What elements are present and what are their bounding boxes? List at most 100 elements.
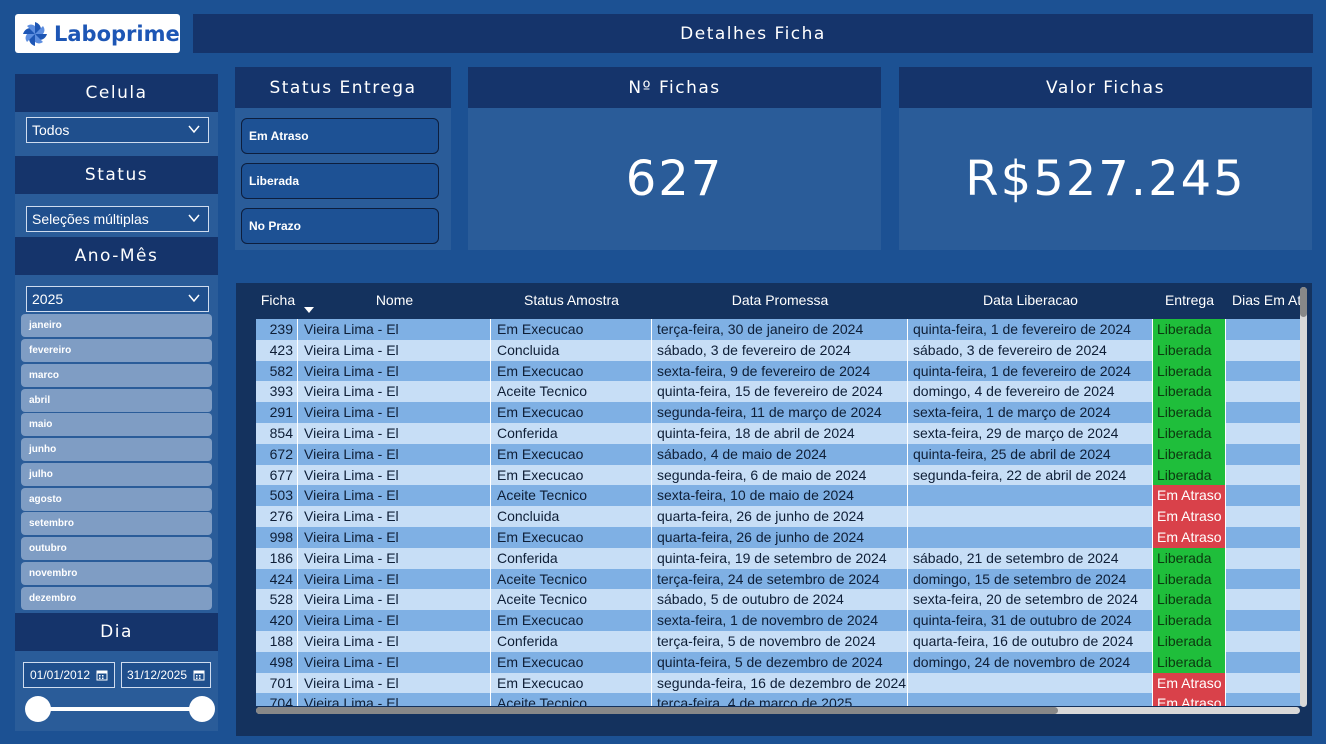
table-row[interactable]: 503 Vieira Lima - El Aceite Tecnico sexta-f… [256, 485, 1306, 507]
cell-dias-em-atraso [1226, 360, 1306, 382]
table-row[interactable]: 701 Vieira Lima - El Em Execucao segunda-fe… [256, 672, 1306, 694]
cell-dias-em-atraso [1226, 630, 1306, 652]
table-row[interactable]: 854 Vieira Lima - El Conferida quinta-feira… [256, 422, 1306, 444]
table-row[interactable]: 276 Vieira Lima - El Concluida quarta-feira… [256, 506, 1306, 527]
cell-data-promessa: quarta-feira, 26 de junho de 2024 [652, 506, 908, 527]
month-item-fevereiro[interactable]: fevereiro [21, 339, 212, 362]
status-option-liberada[interactable]: Liberada [241, 163, 439, 199]
cell-status-amostra: Em Execucao [491, 402, 652, 423]
cell-entrega: Em Atraso [1153, 693, 1226, 706]
vertical-scrollbar[interactable] [1300, 287, 1307, 707]
cell-data-promessa: sábado, 3 de fevereiro de 2024 [652, 339, 908, 361]
month-item-agosto[interactable]: agosto [21, 488, 212, 511]
month-item-janeiro[interactable]: janeiro [21, 314, 212, 337]
table-row[interactable]: 582 Vieira Lima - El Em Execucao sexta-feir… [256, 360, 1306, 382]
table-body: 239 Vieira Lima - El Em Execucao terça-feir… [256, 319, 1306, 706]
cell-ficha: 677 [256, 464, 298, 486]
col-header-nome[interactable]: Nome [298, 292, 491, 308]
cell-nome: Vieira Lima - El [298, 630, 491, 652]
celula-dropdown[interactable]: Todos [26, 117, 209, 143]
month-item-abril[interactable]: abril [21, 389, 212, 412]
table-row[interactable]: 239 Vieira Lima - El Em Execucao terça-feir… [256, 319, 1306, 340]
cell-dias-em-atraso [1226, 402, 1306, 423]
cell-data-liberacao: sábado, 3 de fevereiro de 2024 [908, 339, 1153, 361]
month-item-dezembro[interactable]: dezembro [21, 587, 212, 610]
ano-mes-dropdown[interactable]: 2025 [26, 286, 209, 312]
date-slider-start-handle[interactable] [25, 696, 51, 722]
cell-data-liberacao [908, 485, 1153, 507]
cell-entrega: Liberada [1153, 402, 1226, 423]
col-header-entrega[interactable]: Entrega [1153, 292, 1226, 308]
cell-entrega: Liberada [1153, 610, 1226, 631]
cell-status-amostra: Em Execucao [491, 651, 652, 673]
cell-entrega: Liberada [1153, 547, 1226, 569]
table-row[interactable]: 186 Vieira Lima - El Conferida quinta-feira… [256, 547, 1306, 569]
status-entrega-title: Status Entrega [235, 67, 451, 108]
end-date-input[interactable]: 31/12/2025 [121, 662, 211, 688]
col-header-status[interactable]: Status Amostra [491, 292, 652, 308]
calendar-icon [193, 670, 205, 681]
status-option-em-atraso[interactable]: Em Atraso [241, 118, 439, 154]
ano-mes-value: 2025 [32, 291, 64, 307]
fichas-title: Nº Fichas [468, 67, 881, 108]
vertical-scroll-thumb[interactable] [1300, 287, 1307, 317]
cell-dias-em-atraso [1226, 464, 1306, 486]
col-header-promessa[interactable]: Data Promessa [652, 292, 908, 308]
table-row[interactable]: 677 Vieira Lima - El Em Execucao segunda-fe… [256, 464, 1306, 486]
cell-status-amostra: Aceite Tecnico [491, 485, 652, 507]
month-item-marco[interactable]: marco [21, 364, 212, 387]
date-slider-end-handle[interactable] [189, 696, 215, 722]
horizontal-scroll-thumb[interactable] [256, 707, 1058, 714]
month-item-novembro[interactable]: novembro [21, 562, 212, 585]
cell-data-liberacao: quinta-feira, 1 de fevereiro de 2024 [908, 319, 1153, 340]
start-date-input[interactable]: 01/01/2012 [23, 662, 115, 688]
cell-data-promessa: segunda-feira, 11 de março de 2024 [652, 402, 908, 423]
cell-dias-em-atraso [1226, 506, 1306, 527]
table-row[interactable]: 424 Vieira Lima - El Aceite Tecnico terça-f… [256, 568, 1306, 590]
valor-title: Valor Fichas [899, 67, 1312, 108]
table-row[interactable]: 420 Vieira Lima - El Em Execucao sexta-feir… [256, 610, 1306, 631]
cell-entrega: Em Atraso [1153, 526, 1226, 548]
status-option-no-prazo[interactable]: No Prazo [241, 208, 439, 244]
cell-entrega: Liberada [1153, 422, 1226, 444]
cell-nome: Vieira Lima - El [298, 568, 491, 590]
cell-entrega: Em Atraso [1153, 506, 1226, 527]
cell-data-liberacao: quinta-feira, 1 de fevereiro de 2024 [908, 360, 1153, 382]
table-row[interactable]: 528 Vieira Lima - El Aceite Tecnico sábado,… [256, 589, 1306, 611]
col-header-ficha[interactable]: Ficha [258, 292, 298, 308]
cell-data-promessa: sexta-feira, 10 de maio de 2024 [652, 485, 908, 507]
celula-value: Todos [32, 122, 70, 138]
cell-status-amostra: Concluida [491, 339, 652, 361]
table-row[interactable]: 672 Vieira Lima - El Em Execucao sábado, 4 … [256, 443, 1306, 465]
logo-text: Laboprime [54, 21, 180, 46]
cell-entrega: Liberada [1153, 360, 1226, 382]
status-dropdown[interactable]: Seleções múltiplas [26, 206, 209, 232]
fichas-table: Ficha Nome Status Amostra Data Promessa … [236, 283, 1312, 736]
table-row[interactable]: 393 Vieira Lima - El Aceite Tecnico quinta-… [256, 381, 1306, 403]
month-item-junho[interactable]: junho [21, 438, 212, 461]
cell-ficha: 276 [256, 506, 298, 527]
month-item-setembro[interactable]: setembro [21, 512, 212, 535]
col-header-liberacao[interactable]: Data Liberacao [908, 292, 1153, 308]
cell-dias-em-atraso [1226, 651, 1306, 673]
table-row[interactable]: 704 Vieira Lima - El Aceite Tecnico terça-f… [256, 693, 1306, 706]
cell-nome: Vieira Lima - El [298, 526, 491, 548]
date-slider-track[interactable] [38, 707, 202, 711]
cell-ficha: 582 [256, 360, 298, 382]
cell-nome: Vieira Lima - El [298, 610, 491, 631]
table-row[interactable]: 498 Vieira Lima - El Em Execucao quinta-fei… [256, 651, 1306, 673]
month-item-julho[interactable]: julho [21, 463, 212, 486]
cell-data-promessa: terça-feira, 30 de janeiro de 2024 [652, 319, 908, 340]
month-item-outubro[interactable]: outubro [21, 537, 212, 560]
cell-ficha: 291 [256, 402, 298, 423]
cell-data-promessa: quinta-feira, 18 de abril de 2024 [652, 422, 908, 444]
table-row[interactable]: 291 Vieira Lima - El Em Execucao segunda-fe… [256, 402, 1306, 423]
table-row[interactable]: 998 Vieira Lima - El Em Execucao quarta-fei… [256, 526, 1306, 548]
chevron-down-icon [188, 294, 200, 303]
cell-status-amostra: Aceite Tecnico [491, 568, 652, 590]
month-item-maio[interactable]: maio [21, 413, 212, 436]
col-header-dias[interactable]: Dias Em At [1232, 292, 1302, 308]
table-row[interactable]: 423 Vieira Lima - El Concluida sábado, 3 de… [256, 339, 1306, 361]
table-row[interactable]: 188 Vieira Lima - El Conferida terça-feira,… [256, 630, 1306, 652]
horizontal-scrollbar[interactable] [256, 707, 1300, 714]
